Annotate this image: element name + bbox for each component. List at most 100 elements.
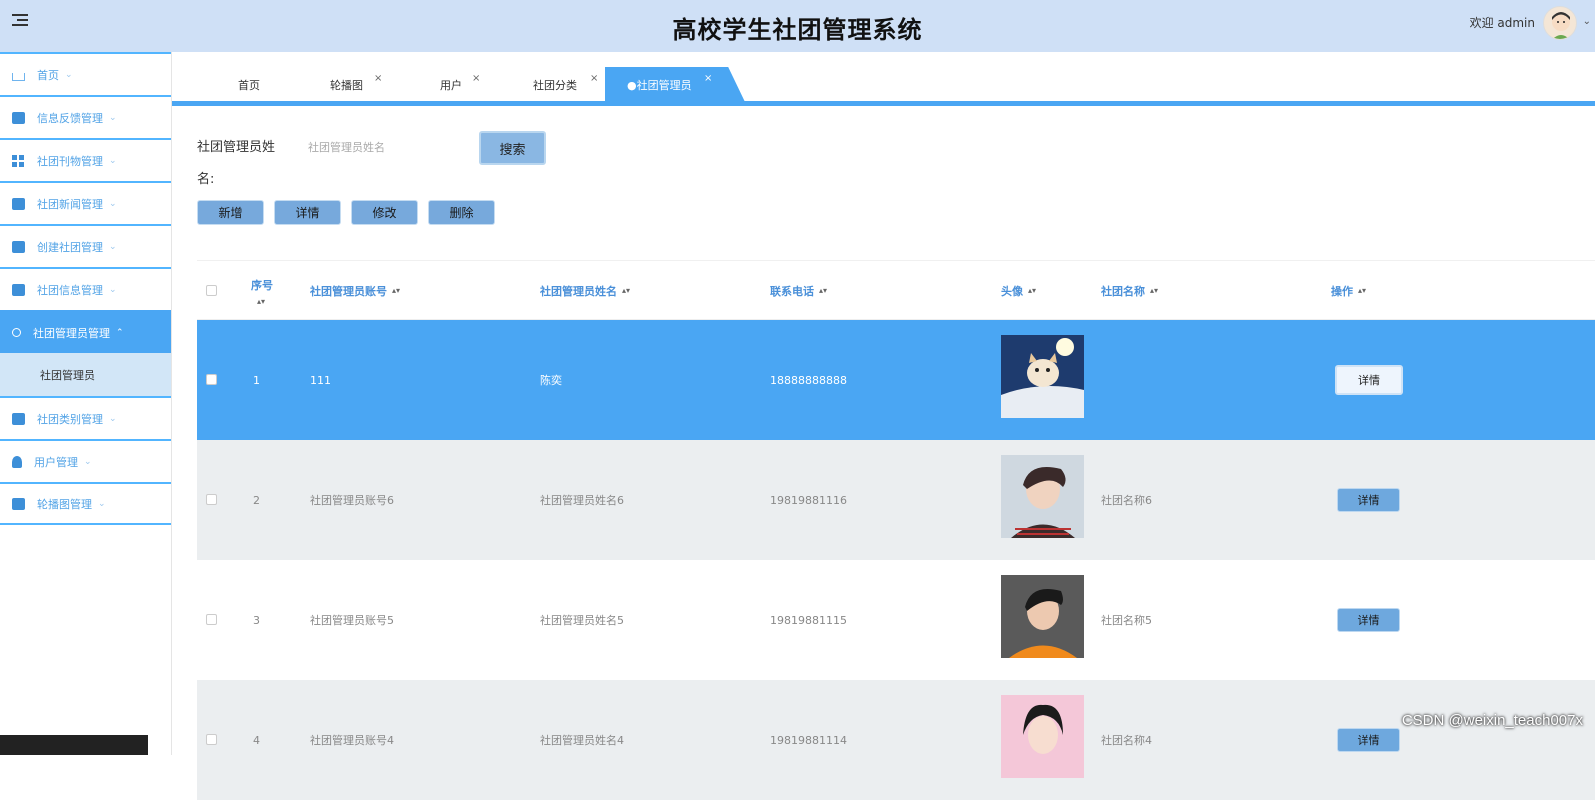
- row-checkbox[interactable]: [206, 614, 217, 625]
- close-icon[interactable]: ×: [704, 73, 712, 84]
- cell-account: 社团管理员账号6: [310, 494, 394, 507]
- chevron-down-icon: ⌄: [84, 456, 92, 467]
- chevron-down-icon[interactable]: ⌄: [1583, 16, 1591, 27]
- user-avatar[interactable]: [1543, 6, 1577, 40]
- chevron-down-icon: ⌄: [109, 241, 117, 252]
- close-icon[interactable]: ×: [374, 73, 382, 84]
- tab-users[interactable]: 用户 ×: [440, 67, 480, 102]
- add-button[interactable]: 新增: [197, 200, 264, 225]
- sort-icon[interactable]: ▴▾: [819, 287, 827, 295]
- layout-icon: [12, 197, 25, 210]
- sidebar-item-label: 轮播图管理: [37, 497, 92, 511]
- image-icon: [12, 283, 25, 296]
- header-label: 序号: [251, 279, 273, 292]
- detail-button[interactable]: 详情: [274, 200, 341, 225]
- chevron-up-icon: ⌃: [116, 327, 124, 338]
- tab-club-category[interactable]: 社团分类 ×: [533, 67, 598, 102]
- tab-label: ●社团管理员: [627, 78, 692, 92]
- grid-icon: [12, 154, 25, 167]
- close-icon[interactable]: ×: [472, 73, 480, 84]
- sidebar-item-label: 社团管理员管理: [33, 326, 110, 340]
- sort-icon[interactable]: ▴▾: [392, 287, 400, 295]
- cell-account: 111: [310, 373, 331, 387]
- gift-icon: [12, 240, 25, 253]
- close-icon[interactable]: ×: [590, 73, 598, 84]
- sidebar-item-club-admin[interactable]: 社团管理员管理 ⌃: [0, 310, 171, 353]
- delete-button[interactable]: 删除: [428, 200, 495, 225]
- row-detail-button[interactable]: 详情: [1337, 728, 1400, 752]
- select-all-checkbox[interactable]: [206, 285, 217, 296]
- sidebar-item-carousel[interactable]: 轮播图管理 ⌄: [0, 482, 171, 525]
- search-label-line1: 社团管理员姓: [197, 140, 276, 155]
- avatar-image: [1001, 575, 1084, 658]
- header-phone[interactable]: 联系电话 ▴▾: [770, 261, 827, 321]
- cell-phone: 19819881114: [770, 733, 847, 747]
- header-label: 头像: [1001, 285, 1023, 298]
- sort-icon[interactable]: ▴▾: [257, 298, 265, 306]
- sidebar-item-club-category[interactable]: 社团类别管理 ⌄: [0, 396, 171, 439]
- search-input[interactable]: [298, 134, 468, 162]
- row-checkbox[interactable]: [206, 374, 217, 385]
- cell-name: 陈奕: [540, 374, 562, 387]
- header-account[interactable]: 社团管理员账号 ▴▾: [310, 261, 400, 321]
- tab-bar: 首页 轮播图 × 用户 × 社团分类 × ●社团管理员 ×: [172, 67, 1595, 103]
- chevron-down-icon: ⌄: [109, 284, 117, 295]
- sidebar-item-club-info[interactable]: 社团信息管理 ⌄: [0, 267, 171, 310]
- header-label: 联系电话: [770, 285, 814, 298]
- chevron-down-icon: ⌄: [109, 413, 117, 424]
- sidebar-item-label: 创建社团管理: [37, 240, 103, 254]
- sort-icon[interactable]: ▴▾: [622, 287, 630, 295]
- sidebar-item-users[interactable]: 用户管理 ⌄: [0, 439, 171, 482]
- sidebar-item-label: 社团信息管理: [37, 283, 103, 297]
- sidebar-item-create-club[interactable]: 创建社团管理 ⌄: [0, 224, 171, 267]
- taskbar-fragment: [0, 735, 148, 755]
- table-row[interactable]: 1 111 陈奕 18888888888 详情: [197, 320, 1595, 440]
- welcome-text[interactable]: 欢迎 admin: [1470, 14, 1535, 31]
- edit-button[interactable]: 修改: [351, 200, 418, 225]
- watermark: CSDN @weixin_teach007x: [1401, 712, 1583, 729]
- sidebar-item-feedback[interactable]: 信息反馈管理 ⌄: [0, 95, 171, 138]
- row-detail-button[interactable]: 详情: [1337, 608, 1400, 632]
- sidebar-item-label: 信息反馈管理: [37, 111, 103, 125]
- sidebar-subitem-club-admin[interactable]: 社团管理员: [0, 353, 171, 396]
- sidebar-item-label: 社团新闻管理: [37, 197, 103, 211]
- cell-index: 3: [253, 613, 260, 627]
- header-label: 社团管理员账号: [310, 285, 387, 298]
- row-checkbox[interactable]: [206, 494, 217, 505]
- tab-home[interactable]: 首页: [238, 67, 260, 102]
- sidebar-item-home[interactable]: 首页 ⌄: [0, 52, 171, 95]
- header-ops[interactable]: 操作 ▴▾: [1331, 261, 1366, 321]
- table-row[interactable]: 4 社团管理员账号4 社团管理员姓名4 19819881114 社团名称4 详情: [197, 680, 1595, 800]
- search-button[interactable]: 搜索: [479, 131, 546, 165]
- header-index[interactable]: 序号 ▴▾: [251, 261, 273, 321]
- user-icon: [12, 455, 22, 468]
- table-row[interactable]: 2 社团管理员账号6 社团管理员姓名6 19819881116 社团名称6 详情: [197, 440, 1595, 560]
- sort-icon[interactable]: ▴▾: [1150, 287, 1158, 295]
- store-icon: [12, 412, 25, 425]
- cell-index: 4: [253, 733, 260, 747]
- sort-icon[interactable]: ▴▾: [1358, 287, 1366, 295]
- tab-club-admin[interactable]: ●社团管理员 ×: [605, 67, 745, 102]
- cell-account: 社团管理员账号4: [310, 734, 394, 747]
- header-label: 操作: [1331, 285, 1353, 298]
- header-avatar[interactable]: 头像 ▴▾: [1001, 261, 1036, 321]
- cell-phone: 19819881116: [770, 493, 847, 507]
- cell-club: 社团名称6: [1101, 494, 1152, 507]
- cell-name: 社团管理员姓名4: [540, 734, 624, 747]
- row-checkbox[interactable]: [206, 734, 217, 745]
- header-label: 社团名称: [1101, 285, 1145, 298]
- sidebar-item-news[interactable]: 社团新闻管理 ⌄: [0, 181, 171, 224]
- sidebar-item-publications[interactable]: 社团刊物管理 ⌄: [0, 138, 171, 181]
- table-row[interactable]: 3 社团管理员账号5 社团管理员姓名5 19819881115 社团名称5 详情: [197, 560, 1595, 680]
- chevron-down-icon: ⌄: [98, 498, 106, 509]
- row-detail-button[interactable]: 详情: [1335, 365, 1403, 395]
- sort-icon[interactable]: ▴▾: [1028, 287, 1036, 295]
- top-header: 高校学生社团管理系统 欢迎 admin ⌄: [0, 0, 1595, 52]
- tab-label: 轮播图: [330, 78, 363, 92]
- header-club[interactable]: 社团名称 ▴▾: [1101, 261, 1158, 321]
- tab-carousel[interactable]: 轮播图 ×: [330, 67, 382, 102]
- row-detail-button[interactable]: 详情: [1337, 488, 1400, 512]
- header-name[interactable]: 社团管理员姓名 ▴▾: [540, 261, 630, 321]
- sidebar-item-label: 社团类别管理: [37, 412, 103, 426]
- cell-phone: 18888888888: [770, 373, 847, 387]
